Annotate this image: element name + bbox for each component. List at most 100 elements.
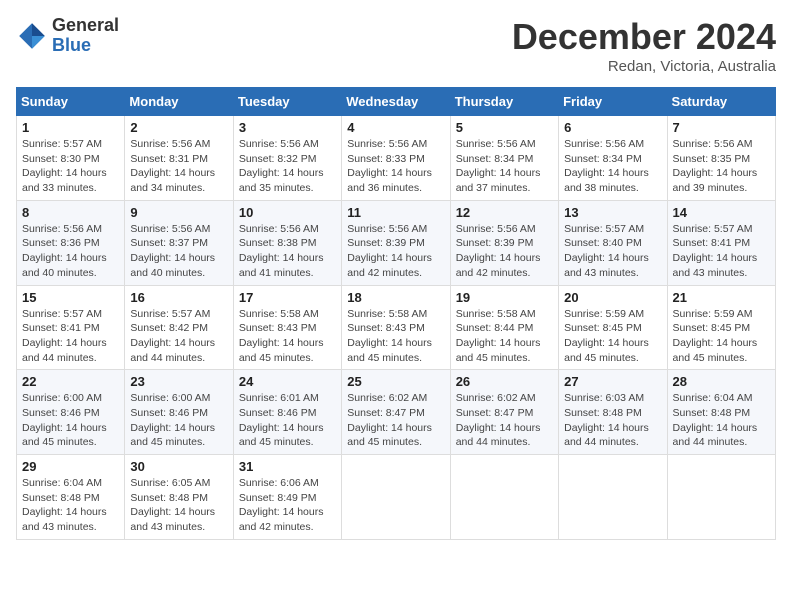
day-number: 25 [347, 374, 444, 389]
day-info: Sunrise: 5:56 AM Sunset: 8:33 PM Dayligh… [347, 137, 444, 196]
calendar-cell: 22 Sunrise: 6:00 AM Sunset: 8:46 PM Dayli… [17, 370, 125, 455]
day-number: 9 [130, 205, 227, 220]
col-thursday: Thursday [450, 88, 558, 116]
day-number: 24 [239, 374, 336, 389]
col-sunday: Sunday [17, 88, 125, 116]
calendar-cell: 30 Sunrise: 6:05 AM Sunset: 8:48 PM Dayli… [125, 455, 233, 540]
day-info: Sunrise: 5:57 AM Sunset: 8:41 PM Dayligh… [673, 222, 770, 281]
calendar-cell: 8Sunrise: 5:56 AM Sunset: 8:36 PM Daylig… [17, 200, 125, 285]
day-info: Sunrise: 5:57 AM Sunset: 8:30 PM Dayligh… [22, 137, 119, 196]
page-header: General Blue December 2024 Redan, Victor… [16, 16, 776, 75]
day-info: Sunrise: 6:02 AM Sunset: 8:47 PM Dayligh… [456, 391, 553, 450]
day-info: Sunrise: 5:56 AM Sunset: 8:34 PM Dayligh… [456, 137, 553, 196]
calendar-cell: 1 Sunrise: 5:57 AM Sunset: 8:30 PM Daylig… [17, 116, 125, 201]
day-number: 22 [22, 374, 119, 389]
logo: General Blue [16, 16, 119, 56]
day-number: 19 [456, 290, 553, 305]
day-info: Sunrise: 6:00 AM Sunset: 8:46 PM Dayligh… [22, 391, 119, 450]
title-block: December 2024 Redan, Victoria, Australia [512, 16, 776, 75]
day-info: Sunrise: 5:57 AM Sunset: 8:40 PM Dayligh… [564, 222, 661, 281]
calendar-cell [342, 455, 450, 540]
col-wednesday: Wednesday [342, 88, 450, 116]
day-number: 14 [673, 205, 770, 220]
col-saturday: Saturday [667, 88, 775, 116]
location-subtitle: Redan, Victoria, Australia [512, 58, 776, 75]
day-number: 28 [673, 374, 770, 389]
day-number: 7 [673, 120, 770, 135]
logo-blue: Blue [52, 35, 91, 55]
day-number: 1 [22, 120, 119, 135]
calendar-cell: 24 Sunrise: 6:01 AM Sunset: 8:46 PM Dayli… [233, 370, 341, 455]
calendar-cell: 23 Sunrise: 6:00 AM Sunset: 8:46 PM Dayli… [125, 370, 233, 455]
day-info: Sunrise: 6:05 AM Sunset: 8:48 PM Dayligh… [130, 476, 227, 535]
day-info: Sunrise: 5:58 AM Sunset: 8:43 PM Dayligh… [347, 307, 444, 366]
day-info: Sunrise: 6:01 AM Sunset: 8:46 PM Dayligh… [239, 391, 336, 450]
calendar-header-row: Sunday Monday Tuesday Wednesday Thursday… [17, 88, 776, 116]
day-info: Sunrise: 6:04 AM Sunset: 8:48 PM Dayligh… [22, 476, 119, 535]
logo-general: General [52, 15, 119, 35]
day-info: Sunrise: 5:56 AM Sunset: 8:31 PM Dayligh… [130, 137, 227, 196]
calendar-cell: 14 Sunrise: 5:57 AM Sunset: 8:41 PM Dayli… [667, 200, 775, 285]
day-number: 11 [347, 205, 444, 220]
day-info: Sunrise: 5:58 AM Sunset: 8:43 PM Dayligh… [239, 307, 336, 366]
calendar-cell: 20Sunrise: 5:59 AM Sunset: 8:45 PM Dayli… [559, 285, 667, 370]
day-number: 16 [130, 290, 227, 305]
calendar-cell: 5 Sunrise: 5:56 AM Sunset: 8:34 PM Daylig… [450, 116, 558, 201]
calendar-week-row: 8Sunrise: 5:56 AM Sunset: 8:36 PM Daylig… [17, 200, 776, 285]
calendar-cell: 18 Sunrise: 5:58 AM Sunset: 8:43 PM Dayli… [342, 285, 450, 370]
calendar-cell: 31Sunrise: 6:06 AM Sunset: 8:49 PM Dayli… [233, 455, 341, 540]
calendar-cell: 12Sunrise: 5:56 AM Sunset: 8:39 PM Dayli… [450, 200, 558, 285]
calendar-cell: 4 Sunrise: 5:56 AM Sunset: 8:33 PM Daylig… [342, 116, 450, 201]
day-number: 2 [130, 120, 227, 135]
calendar-cell [667, 455, 775, 540]
day-info: Sunrise: 5:56 AM Sunset: 8:39 PM Dayligh… [347, 222, 444, 281]
day-info: Sunrise: 5:56 AM Sunset: 8:34 PM Dayligh… [564, 137, 661, 196]
day-number: 27 [564, 374, 661, 389]
day-number: 18 [347, 290, 444, 305]
day-number: 10 [239, 205, 336, 220]
col-monday: Monday [125, 88, 233, 116]
calendar-cell: 21 Sunrise: 5:59 AM Sunset: 8:45 PM Dayli… [667, 285, 775, 370]
logo-text: General Blue [52, 16, 119, 56]
day-info: Sunrise: 5:56 AM Sunset: 8:36 PM Dayligh… [22, 222, 119, 281]
calendar-cell: 10 Sunrise: 5:56 AM Sunset: 8:38 PM Dayli… [233, 200, 341, 285]
day-info: Sunrise: 6:00 AM Sunset: 8:46 PM Dayligh… [130, 391, 227, 450]
calendar-cell: 29Sunrise: 6:04 AM Sunset: 8:48 PM Dayli… [17, 455, 125, 540]
day-info: Sunrise: 6:04 AM Sunset: 8:48 PM Dayligh… [673, 391, 770, 450]
calendar-cell [450, 455, 558, 540]
day-info: Sunrise: 6:02 AM Sunset: 8:47 PM Dayligh… [347, 391, 444, 450]
day-number: 31 [239, 459, 336, 474]
day-info: Sunrise: 5:59 AM Sunset: 8:45 PM Dayligh… [673, 307, 770, 366]
logo-icon [16, 20, 48, 52]
calendar-cell: 16Sunrise: 5:57 AM Sunset: 8:42 PM Dayli… [125, 285, 233, 370]
month-title: December 2024 [512, 16, 776, 58]
calendar-cell [559, 455, 667, 540]
calendar-cell: 3Sunrise: 5:56 AM Sunset: 8:32 PM Daylig… [233, 116, 341, 201]
day-number: 3 [239, 120, 336, 135]
calendar-cell: 13Sunrise: 5:57 AM Sunset: 8:40 PM Dayli… [559, 200, 667, 285]
day-number: 23 [130, 374, 227, 389]
day-number: 6 [564, 120, 661, 135]
day-number: 4 [347, 120, 444, 135]
day-number: 26 [456, 374, 553, 389]
calendar-cell: 28 Sunrise: 6:04 AM Sunset: 8:48 PM Dayli… [667, 370, 775, 455]
calendar-week-row: 22 Sunrise: 6:00 AM Sunset: 8:46 PM Dayli… [17, 370, 776, 455]
calendar-cell: 9Sunrise: 5:56 AM Sunset: 8:37 PM Daylig… [125, 200, 233, 285]
calendar-cell: 17 Sunrise: 5:58 AM Sunset: 8:43 PM Dayli… [233, 285, 341, 370]
calendar-cell: 27Sunrise: 6:03 AM Sunset: 8:48 PM Dayli… [559, 370, 667, 455]
calendar-cell: 15Sunrise: 5:57 AM Sunset: 8:41 PM Dayli… [17, 285, 125, 370]
day-number: 20 [564, 290, 661, 305]
calendar-cell: 6 Sunrise: 5:56 AM Sunset: 8:34 PM Daylig… [559, 116, 667, 201]
day-number: 21 [673, 290, 770, 305]
calendar-week-row: 29Sunrise: 6:04 AM Sunset: 8:48 PM Dayli… [17, 455, 776, 540]
calendar-cell: 26 Sunrise: 6:02 AM Sunset: 8:47 PM Dayli… [450, 370, 558, 455]
calendar-cell: 7 Sunrise: 5:56 AM Sunset: 8:35 PM Daylig… [667, 116, 775, 201]
day-number: 30 [130, 459, 227, 474]
day-number: 15 [22, 290, 119, 305]
day-info: Sunrise: 5:56 AM Sunset: 8:38 PM Dayligh… [239, 222, 336, 281]
day-info: Sunrise: 5:56 AM Sunset: 8:35 PM Dayligh… [673, 137, 770, 196]
day-number: 12 [456, 205, 553, 220]
day-number: 5 [456, 120, 553, 135]
col-friday: Friday [559, 88, 667, 116]
day-number: 17 [239, 290, 336, 305]
